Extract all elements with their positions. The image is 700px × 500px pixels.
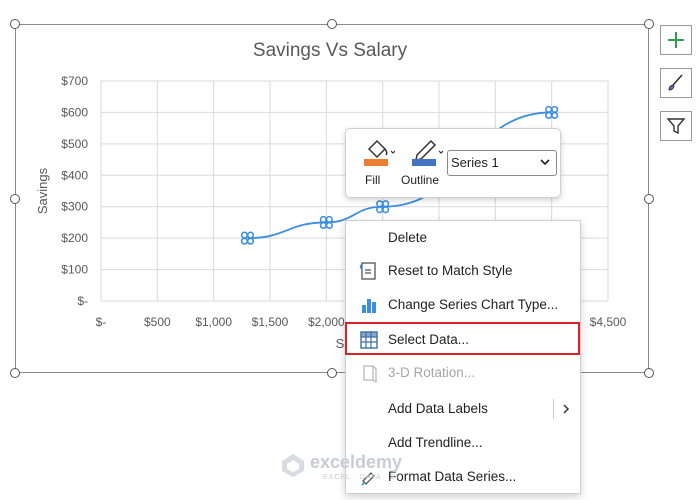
menu-item-add-data-labels[interactable]: Add Data Labels	[346, 393, 580, 425]
rotation-3d-icon	[363, 365, 377, 383]
menu-item-reset-style[interactable]: Reset to Match Style	[346, 255, 580, 287]
x-tick-label: $1,500	[252, 315, 289, 329]
chart-title: Savings Vs Salary	[253, 40, 408, 61]
reset-style-icon	[359, 262, 376, 280]
y-tick-label: $-	[77, 294, 88, 308]
y-tick-label: $400	[61, 168, 88, 182]
chart-type-icon	[362, 299, 376, 313]
chart-filters-button[interactable]	[660, 111, 692, 141]
chevron-right-icon	[563, 404, 570, 414]
filter-icon	[666, 118, 686, 135]
menu-item-label: Add Data Labels	[388, 401, 488, 416]
menu-item-label: Add Trendline...	[388, 435, 483, 450]
chart-elements-button[interactable]	[660, 25, 692, 55]
format-mini-toolbar: Fill Outline Series 1	[345, 128, 561, 198]
select-data-highlight	[345, 322, 580, 355]
brush-icon	[668, 74, 683, 91]
menu-item-label: Format Data Series...	[388, 469, 517, 484]
plus-icon	[668, 32, 684, 48]
fill-label: Fill	[365, 173, 381, 187]
y-tick-label: $200	[61, 231, 88, 245]
menu-item-label: 3-D Rotation...	[388, 365, 476, 380]
chart-styles-button[interactable]	[660, 68, 692, 98]
resize-handle-top-right[interactable]	[644, 19, 654, 29]
y-tick-label: $600	[61, 105, 88, 119]
submenu-divider	[553, 399, 554, 419]
resize-handle-middle-left[interactable]	[10, 194, 20, 204]
y-tick-label: $100	[61, 263, 88, 277]
resize-handle-bottom-left[interactable]	[10, 368, 20, 378]
series-select-value: Series 1	[451, 155, 499, 170]
y-tick-label: $700	[61, 74, 88, 88]
menu-item-label: Reset to Match Style	[388, 263, 513, 278]
y-axis-label: Savings	[35, 167, 50, 214]
x-tick-label: $1,000	[195, 315, 232, 329]
x-tick-label: $2,000	[308, 315, 345, 329]
menu-item-delete[interactable]: Delete	[346, 222, 580, 254]
watermark-logo-icon	[282, 454, 304, 477]
series-select[interactable]: Series 1	[447, 150, 557, 176]
x-tick-label: $500	[144, 315, 171, 329]
outline-label: Outline	[401, 173, 440, 187]
y-tick-label: $500	[61, 137, 88, 151]
resize-handle-bottom-center[interactable]	[327, 368, 337, 378]
x-tick-label: $4,500	[590, 315, 627, 329]
resize-handle-middle-right[interactable]	[644, 194, 654, 204]
watermark-text: exceldemy	[310, 452, 403, 472]
menu-item-change-chart-type[interactable]: Change Series Chart Type...	[346, 289, 580, 321]
x-tick-label: $-	[96, 315, 107, 329]
chevron-down-icon	[540, 159, 550, 166]
pen-outline-icon	[412, 139, 444, 166]
resize-handle-bottom-right[interactable]	[644, 368, 654, 378]
watermark-tagline: EXCEL · DATA · BI	[323, 474, 399, 481]
resize-handle-top-left[interactable]	[10, 19, 20, 29]
paint-bucket-icon	[364, 139, 396, 166]
resize-handle-top-center[interactable]	[327, 19, 337, 29]
menu-item-label: Delete	[388, 230, 428, 245]
menu-item-label: Change Series Chart Type...	[388, 297, 559, 312]
menu-item-3d-rotation[interactable]: 3-D Rotation...	[346, 357, 580, 389]
y-tick-label: $300	[61, 200, 88, 214]
